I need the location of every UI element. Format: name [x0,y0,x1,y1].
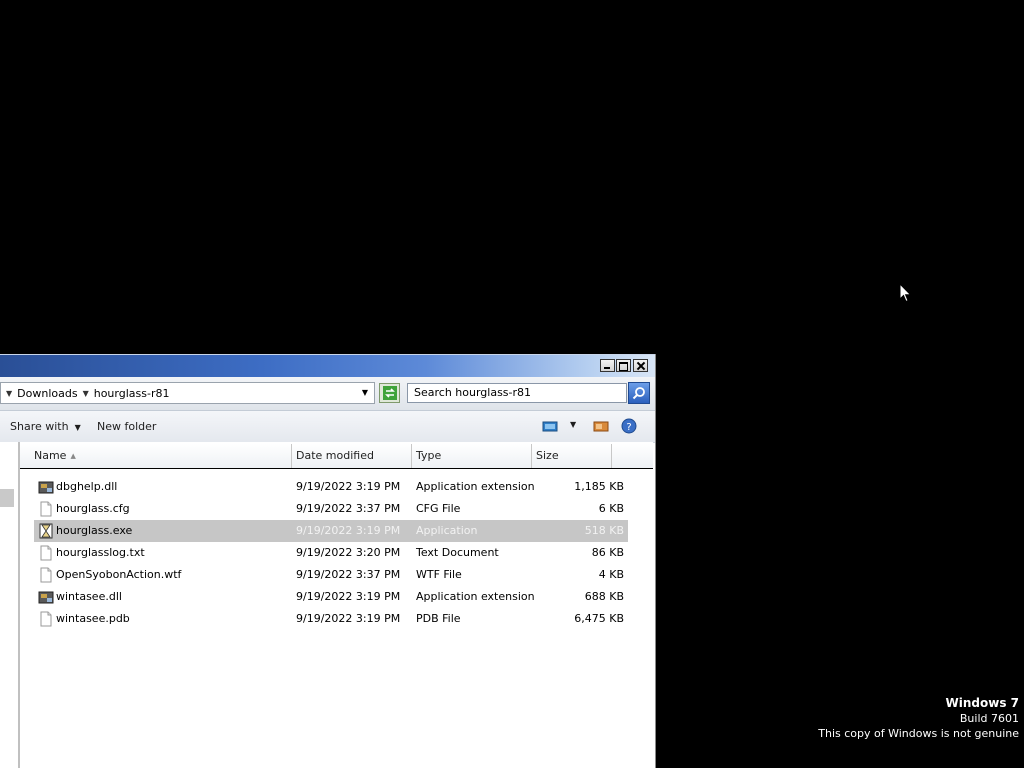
file-row[interactable]: dbghelp.dll 9/19/2022 3:19 PM Application … [34,476,628,498]
share-with-menu[interactable]: Share with ▼ [10,420,81,433]
help-icon[interactable]: ? [621,418,637,434]
file-type: WTF File [416,568,462,581]
maximize-button[interactable] [616,359,631,372]
file-icon [40,567,52,583]
column-name[interactable]: Name ▲ [20,444,292,468]
file-name: OpenSyobonAction.wtf [56,568,182,581]
file-name: hourglass.cfg [56,502,130,515]
sort-ascending-icon: ▲ [70,452,76,460]
svg-text:?: ? [626,422,631,433]
file-row[interactable]: wintasee.pdb 9/19/2022 3:19 PM PDB File 6,4… [34,608,628,630]
file-size: 6,475 KB [574,612,624,625]
file-type: Text Document [416,546,499,559]
file-date-modified: 9/19/2022 3:19 PM [296,480,401,493]
watermark-os-name: Windows 7 [945,696,1019,710]
file-icon [40,545,52,561]
file-row[interactable]: hourglass.cfg 9/19/2022 3:37 PM CFG File 6 … [34,498,628,520]
column-date-label: Date modified [296,449,374,462]
column-name-label: Name [34,449,67,462]
share-with-label: Share with [10,420,69,433]
file-row[interactable]: wintasee.dll 9/19/2022 3:19 PM Application… [34,586,628,608]
column-type[interactable]: Type [412,444,532,468]
file-name: hourglasslog.txt [56,546,145,559]
column-size-label: Size [536,449,559,462]
file-type: PDB File [416,612,461,625]
navigation-pane[interactable] [0,442,20,768]
chevron-down-icon[interactable]: ▼ [570,420,576,429]
column-empty [612,444,653,468]
file-type: Application extension [416,480,535,493]
file-name: dbghelp.dll [56,480,118,493]
file-row[interactable]: hourglasslog.txt 9/19/2022 3:20 PM Text Do… [34,542,628,564]
windows-watermark: Windows 7 Build 7601 This copy of Window… [818,696,1019,741]
mouse-cursor-icon [899,283,912,303]
file-size: 518 KB [584,524,624,537]
file-type: Application extension [416,590,535,603]
file-size: 86 KB [591,546,624,559]
watermark-genuine-notice: This copy of Windows is not genuine [818,727,1019,740]
file-date-modified: 9/19/2022 3:37 PM [296,502,401,515]
refresh-icon [382,386,397,400]
column-date-modified[interactable]: Date modified [292,444,412,468]
title-bar[interactable] [0,354,655,377]
column-header: Name ▲ Date modified Type Size [20,444,653,469]
chevron-right-icon[interactable]: ▼ [83,389,89,398]
chevron-right-icon[interactable]: ▼ [6,389,12,398]
minimize-button[interactable] [600,359,615,372]
preview-pane-icon[interactable] [593,418,609,434]
search-button[interactable] [628,382,650,404]
search-icon [632,387,645,400]
dll-icon [38,481,54,494]
file-date-modified: 9/19/2022 3:19 PM [296,590,401,603]
file-row[interactable]: OpenSyobonAction.wtf 9/19/2022 3:37 PM WTF… [34,564,628,586]
navigation-selected-item[interactable] [0,489,14,507]
breadcrumb-folder[interactable]: hourglass-r81 [94,387,170,400]
address-bar: ▼ Downloads ▼ hourglass-r81 ▼ Search hou… [0,377,655,411]
chevron-down-icon[interactable]: ▼ [362,388,368,397]
breadcrumb[interactable]: ▼ Downloads ▼ hourglass-r81 ▼ [0,382,375,404]
file-size: 4 KB [598,568,624,581]
file-date-modified: 9/19/2022 3:37 PM [296,568,401,581]
file-list: Name ▲ Date modified Type Size dbghelp.dl… [20,442,653,768]
file-row[interactable]: hourglass.exe 9/19/2022 3:19 PM Applicatio… [34,520,628,542]
command-bar: Share with ▼ New folder ▼ ? [0,411,655,443]
search-input[interactable]: Search hourglass-r81 [407,383,627,403]
file-icon [40,611,52,627]
change-view-icon[interactable] [542,418,558,434]
file-icon [40,501,52,517]
watermark-build: Build 7601 [959,712,1019,725]
file-date-modified: 9/19/2022 3:19 PM [296,524,401,537]
file-type: Application [416,524,478,537]
breadcrumb-downloads[interactable]: Downloads [17,387,77,400]
file-date-modified: 9/19/2022 3:20 PM [296,546,401,559]
file-size: 1,185 KB [574,480,624,493]
chevron-down-icon: ▼ [74,423,81,432]
file-name: wintasee.pdb [56,612,130,625]
dll-icon [38,591,54,604]
file-name: wintasee.dll [56,590,122,603]
column-size[interactable]: Size [532,444,612,468]
explorer-window: ▼ Downloads ▼ hourglass-r81 ▼ Search hou… [0,354,656,768]
file-size: 6 KB [598,502,624,515]
file-name: hourglass.exe [56,524,133,537]
close-button[interactable] [633,359,648,372]
file-type: CFG File [416,502,461,515]
file-size: 688 KB [584,590,624,603]
hourglass-icon [39,523,53,539]
refresh-button[interactable] [379,383,400,403]
file-date-modified: 9/19/2022 3:19 PM [296,612,401,625]
column-type-label: Type [416,449,442,462]
search-placeholder: Search hourglass-r81 [414,386,532,399]
new-folder-button[interactable]: New folder [97,420,156,433]
